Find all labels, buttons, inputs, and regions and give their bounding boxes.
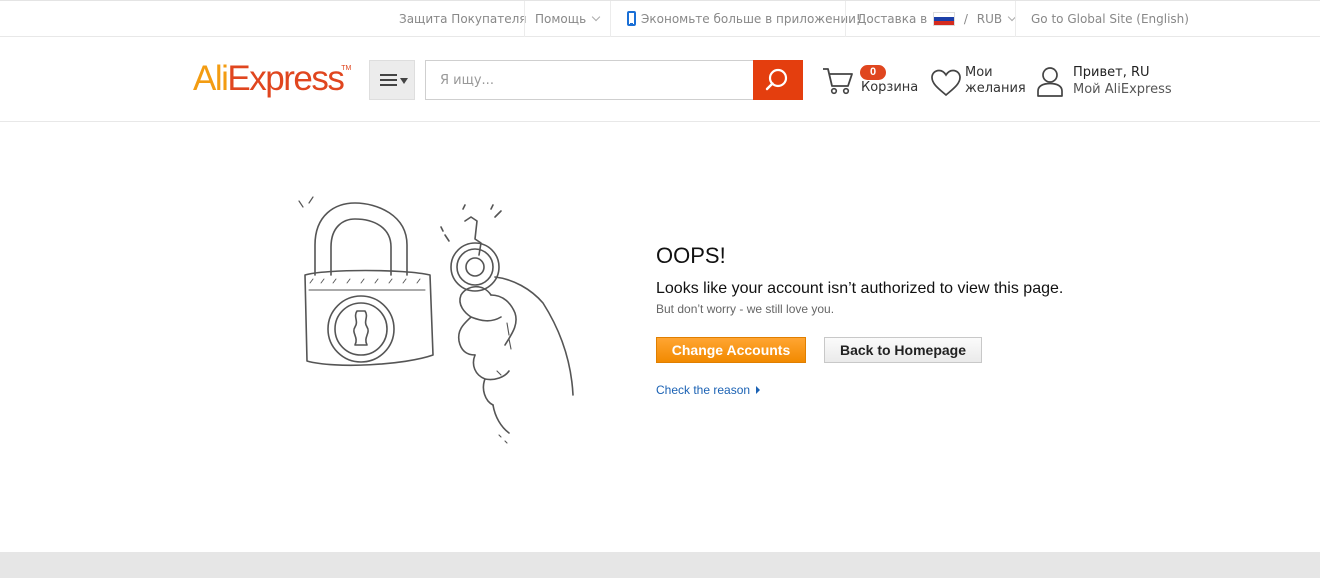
ship-to-selector[interactable]: Доставка в / RUB — [857, 1, 1017, 37]
padlock-and-key-illustration — [298, 196, 574, 444]
currency-label: RUB — [976, 12, 1003, 26]
divider — [524, 1, 525, 37]
my-aliexpress-link[interactable]: Мой AliExpress — [1073, 81, 1172, 98]
arrow-right-icon — [756, 386, 761, 394]
aliexpress-logo[interactable]: AliExpress TM — [193, 59, 351, 99]
error-message: Looks like your account isn’t authorized… — [656, 280, 1064, 297]
site-header: AliExpressTM 0 Корзина Мои желания — [0, 37, 1320, 122]
search-button[interactable] — [753, 60, 803, 100]
logo-trademark: TM — [341, 65, 352, 72]
search-icon — [765, 68, 788, 91]
wishlist-label: Мои желания — [965, 65, 1026, 97]
phone-icon — [627, 11, 636, 26]
wishlist-line1: Мои — [965, 65, 993, 80]
app-promo-link[interactable]: Экономьте больше в приложении! — [627, 1, 861, 37]
back-to-homepage-button[interactable]: Back to Homepage — [824, 337, 982, 363]
user-icon — [1037, 67, 1063, 97]
russia-flag-icon — [933, 11, 956, 26]
logo-ali: Ali — [193, 59, 229, 98]
buyer-protection-link[interactable]: Защита Покупателя — [399, 1, 526, 37]
check-reason-label: Check the reason — [656, 383, 751, 397]
user-greeting: Привет, RU — [1073, 65, 1150, 80]
chevron-down-icon — [591, 12, 601, 22]
caret-down-icon — [400, 78, 408, 84]
divider — [1015, 1, 1016, 37]
cart-count-badge: 0 — [860, 65, 886, 80]
footer-band — [0, 552, 1320, 578]
cart-label: Корзина — [861, 80, 919, 95]
search-input[interactable] — [425, 60, 754, 100]
hamburger-menu-icon — [380, 74, 397, 86]
check-reason-link[interactable]: Check the reason — [656, 383, 761, 397]
divider — [845, 1, 846, 37]
divider — [610, 1, 611, 37]
change-accounts-button[interactable]: Change Accounts — [656, 337, 806, 363]
heart-icon — [931, 69, 961, 97]
logo-express: Express — [227, 59, 344, 98]
divider-slash: / — [963, 12, 968, 26]
app-promo-label: Экономьте больше в приложении! — [641, 12, 861, 26]
help-menu[interactable]: Помощь — [535, 1, 601, 37]
ship-to-label: Доставка в — [857, 12, 928, 26]
categories-menu-button[interactable] — [369, 60, 415, 100]
wishlist-line2: желания — [965, 81, 1026, 96]
cart-icon — [823, 68, 853, 95]
global-site-link[interactable]: Go to Global Site (English) — [1031, 1, 1189, 37]
help-label: Помощь — [535, 12, 587, 26]
page-title: OOPS! — [656, 243, 726, 268]
error-submessage: But don’t worry - we still love you. — [656, 302, 835, 316]
account-label: Привет, RU Мой AliExpress — [1073, 64, 1172, 98]
top-bar: Защита Покупателя Помощь Экономьте больш… — [0, 0, 1320, 37]
